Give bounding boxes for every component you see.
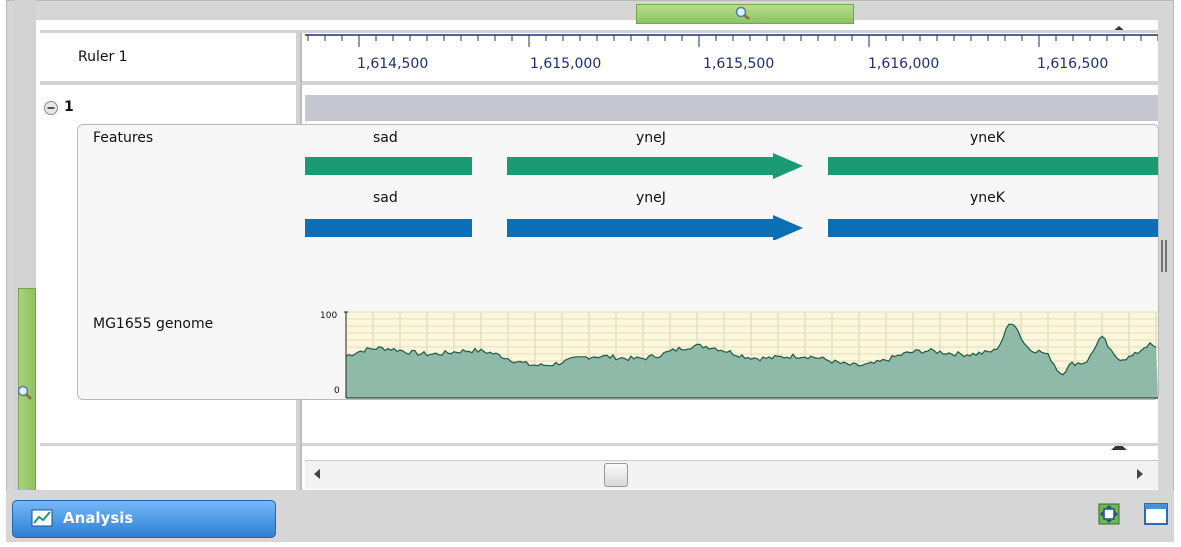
ruler-tick-label: 1,616,500 bbox=[1037, 56, 1109, 72]
group-number: 1 bbox=[64, 99, 74, 115]
track-label-panel bbox=[77, 124, 309, 400]
gene-yneK-top bbox=[828, 157, 1158, 175]
chart-icon bbox=[31, 509, 53, 527]
panel-resize-handle[interactable] bbox=[1160, 238, 1168, 274]
graph-y-max-label: 100 bbox=[320, 311, 338, 321]
gene-label: yneJ bbox=[636, 130, 666, 146]
ruler-tick-label: 1,615,000 bbox=[530, 56, 602, 72]
ruler-tick-label: 1,614,500 bbox=[357, 56, 429, 72]
fit-icon[interactable] bbox=[1097, 502, 1121, 526]
ruler-label: Ruler 1 bbox=[78, 49, 128, 65]
ruler-tick-label: 1,616,000 bbox=[868, 56, 940, 72]
collapse-group-icon[interactable] bbox=[43, 100, 59, 116]
vertical-magnifier-icon bbox=[17, 385, 32, 400]
gene-label: sad bbox=[373, 130, 398, 146]
horizontal-scrollbar[interactable] bbox=[305, 460, 1158, 489]
ruler-separator bbox=[40, 81, 1158, 85]
features-track-label: Features bbox=[93, 130, 154, 146]
window-icon[interactable] bbox=[1143, 502, 1169, 526]
group-header-bar bbox=[305, 95, 1158, 121]
graph-y-min-label: 0 bbox=[334, 386, 340, 396]
gene-sad-top bbox=[305, 157, 472, 175]
gene-label: yneK bbox=[970, 130, 1005, 146]
analysis-button-label: Analysis bbox=[63, 509, 134, 527]
gene-yneJ-bottom bbox=[507, 215, 803, 240]
lower-separator bbox=[40, 443, 1158, 446]
genome-track-label: MG1655 genome bbox=[93, 316, 214, 332]
magnifier-icon bbox=[735, 6, 750, 20]
gene-yneK-bottom bbox=[828, 219, 1158, 237]
gene-sad-bottom bbox=[305, 219, 472, 237]
ruler-tick-label: 1,615,500 bbox=[703, 56, 775, 72]
ruler-ticks bbox=[305, 34, 1158, 47]
analysis-button[interactable]: Analysis bbox=[12, 500, 276, 538]
scroll-right-icon[interactable] bbox=[1135, 468, 1145, 480]
gene-annotations bbox=[305, 153, 1158, 240]
horizontal-scrollbar-thumb[interactable] bbox=[604, 463, 628, 487]
gc-content-graph bbox=[344, 311, 1158, 399]
gene-yneJ-top bbox=[507, 153, 803, 179]
scroll-left-icon[interactable] bbox=[312, 468, 322, 480]
